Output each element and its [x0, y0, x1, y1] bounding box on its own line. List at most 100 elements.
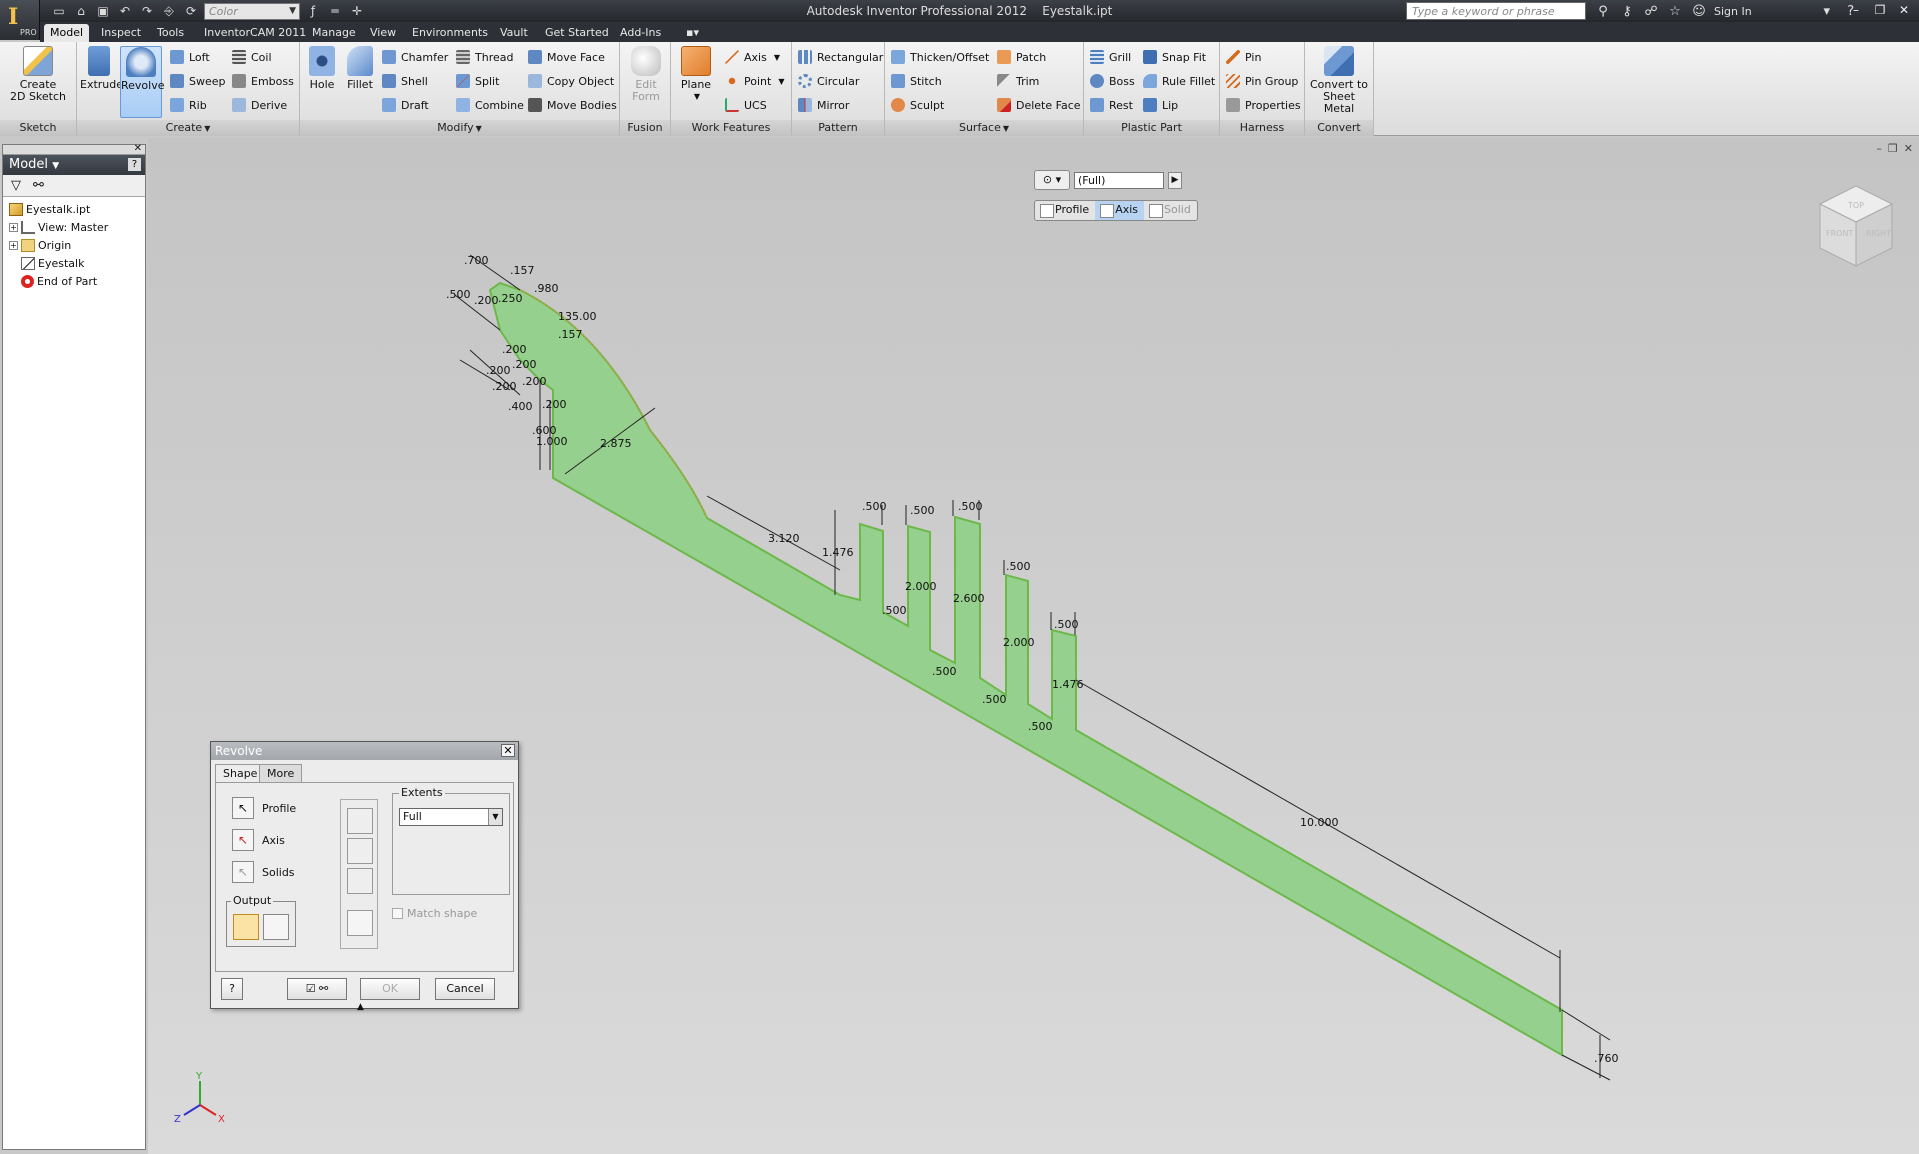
minimize-icon[interactable]: – — [1845, 2, 1867, 18]
boss-button[interactable]: Boss — [1090, 71, 1135, 91]
output-solid-button[interactable] — [233, 914, 259, 940]
tab-shape[interactable]: Shape — [215, 764, 266, 783]
expand-icon[interactable]: + — [9, 222, 18, 232]
cut-button[interactable] — [347, 838, 373, 864]
restore-icon[interactable]: ❐ — [1888, 142, 1898, 155]
tab-inventorcam[interactable]: InventorCAM 2011 — [198, 24, 312, 42]
plane-button[interactable]: Plane ▼ — [676, 46, 716, 103]
fillet-button[interactable]: Fillet — [343, 46, 377, 91]
output-surface-button[interactable] — [263, 914, 289, 940]
expand-icon[interactable]: + — [9, 240, 18, 250]
search-input[interactable]: Type a keyword or phrase — [1406, 2, 1586, 20]
cancel-button[interactable]: Cancel — [435, 978, 495, 1000]
stitch-button[interactable]: Stitch — [891, 71, 942, 91]
new-solid-button[interactable] — [347, 910, 373, 936]
axis-button[interactable]: Axis ▼ — [725, 47, 780, 67]
pin-group-button[interactable]: Pin Group — [1226, 71, 1298, 91]
help-button[interactable]: ? — [221, 978, 243, 1000]
binoculars-icon[interactable]: ⚲ — [1594, 4, 1612, 19]
chevron-down-icon[interactable]: ▾ — [1818, 4, 1836, 19]
edit-form-button[interactable]: Edit Form — [626, 46, 666, 103]
mini-extent-combo[interactable]: (Full) — [1074, 171, 1164, 189]
tree-item-sketch[interactable]: Eyestalk — [3, 254, 145, 272]
panel-title-modify[interactable]: Modify ▼ — [300, 120, 619, 136]
communication-icon[interactable]: ☍ — [1642, 4, 1660, 19]
join-button[interactable] — [347, 808, 373, 834]
ucs-button[interactable]: UCS — [725, 95, 767, 115]
minimize-icon[interactable]: – — [1876, 142, 1882, 155]
application-button[interactable]: I PRO — [0, 0, 40, 40]
hole-button[interactable]: Hole — [305, 46, 339, 91]
tree-item-origin[interactable]: + Origin — [3, 236, 145, 254]
delete-face-button[interactable]: Delete Face — [997, 95, 1081, 115]
patch-button[interactable]: Patch — [997, 47, 1046, 67]
ok-button[interactable]: OK — [360, 978, 420, 1000]
coil-button[interactable]: Coil — [232, 47, 272, 67]
move-face-button[interactable]: Move Face — [528, 47, 605, 67]
profile-selector[interactable]: ↖ Profile — [232, 795, 296, 821]
combine-button[interactable]: Combine — [456, 95, 524, 115]
close-icon[interactable]: ✕ — [1893, 2, 1915, 18]
browser-header[interactable]: Model ▼ ? — [3, 155, 145, 175]
tree-item-end-of-part[interactable]: End of Part — [3, 272, 145, 290]
mini-toolbar-options-button[interactable]: ⊙ ▾ — [1034, 170, 1070, 190]
mini-axis-button[interactable]: Axis — [1095, 201, 1145, 220]
preview-toggle-button[interactable]: ☑ ⚯ — [287, 978, 347, 1000]
split-button[interactable]: Split — [456, 71, 499, 91]
sculpt-button[interactable]: Sculpt — [891, 95, 944, 115]
binoculars-icon[interactable]: ⚯ — [33, 178, 44, 193]
tab-view[interactable]: View — [364, 24, 402, 42]
tab-model[interactable]: Model — [44, 24, 90, 42]
expand-dialog-icon[interactable]: ▲ — [357, 1002, 364, 1012]
loft-button[interactable]: Loft — [170, 47, 210, 67]
browser-grip[interactable]: ✕ — [3, 143, 145, 155]
panel-title-create[interactable]: Create ▼ — [77, 120, 299, 136]
tab-environments[interactable]: Environments — [406, 24, 494, 42]
mini-solid-button[interactable]: Solid — [1144, 201, 1197, 220]
properties-button[interactable]: Properties — [1226, 95, 1301, 115]
close-icon[interactable]: ✕ — [1904, 142, 1913, 155]
snap-fit-button[interactable]: Snap Fit — [1143, 47, 1206, 67]
grill-button[interactable]: Grill — [1090, 47, 1131, 67]
panel-title-surface[interactable]: Surface ▼ — [885, 120, 1083, 136]
convert-sheet-metal-button[interactable]: Convert to Sheet Metal — [1308, 46, 1370, 115]
rule-fillet-button[interactable]: Rule Fillet — [1143, 71, 1215, 91]
chamfer-button[interactable]: Chamfer — [382, 47, 448, 67]
thread-button[interactable]: Thread — [456, 47, 513, 67]
dialog-title-bar[interactable]: Revolve ✕ — [211, 742, 518, 760]
match-shape-checkbox[interactable]: Match shape — [392, 907, 477, 920]
restore-icon[interactable]: ❐ — [1869, 2, 1891, 18]
intersect-button[interactable] — [347, 868, 373, 894]
tab-get-started[interactable]: Get Started — [539, 24, 615, 42]
help-icon[interactable]: ? — [128, 158, 141, 171]
rest-button[interactable]: Rest — [1090, 95, 1133, 115]
rib-button[interactable]: Rib — [170, 95, 207, 115]
mini-profile-button[interactable]: Profile — [1035, 201, 1095, 220]
revolve-button[interactable]: Revolve — [120, 46, 165, 118]
sign-in-link[interactable]: Sign In — [1714, 5, 1752, 18]
mirror-button[interactable]: Mirror — [798, 95, 849, 115]
user-icon[interactable]: ☺ — [1690, 4, 1708, 19]
tree-item-part[interactable]: Eyestalk.ipt — [3, 200, 145, 218]
camera-icon[interactable]: ▪▾ — [680, 24, 705, 42]
extrude-button[interactable]: Extrude — [80, 46, 123, 91]
tab-inspect[interactable]: Inspect — [95, 24, 147, 42]
derive-button[interactable]: Derive — [232, 95, 287, 115]
create-2d-sketch-button[interactable]: Create 2D Sketch — [4, 46, 72, 103]
trim-button[interactable]: Trim — [997, 71, 1039, 91]
close-icon[interactable]: ✕ — [134, 143, 142, 154]
circular-pattern-button[interactable]: Circular — [798, 71, 859, 91]
axis-selector[interactable]: ↖ Axis — [232, 827, 285, 853]
shell-button[interactable]: Shell — [382, 71, 428, 91]
filter-icon[interactable]: ▽ — [11, 178, 21, 193]
tab-add-ins[interactable]: Add-Ins — [614, 24, 667, 42]
move-bodies-button[interactable]: Move Bodies — [528, 95, 617, 115]
lip-button[interactable]: Lip — [1143, 95, 1178, 115]
tab-tools[interactable]: Tools — [151, 24, 190, 42]
point-button[interactable]: Point ▼ — [725, 71, 784, 91]
emboss-button[interactable]: Emboss — [232, 71, 294, 91]
close-icon[interactable]: ✕ — [501, 744, 515, 757]
tab-manage[interactable]: Manage — [306, 24, 362, 42]
thicken-offset-button[interactable]: Thicken/Offset — [891, 47, 989, 67]
copy-object-button[interactable]: Copy Object — [528, 71, 614, 91]
